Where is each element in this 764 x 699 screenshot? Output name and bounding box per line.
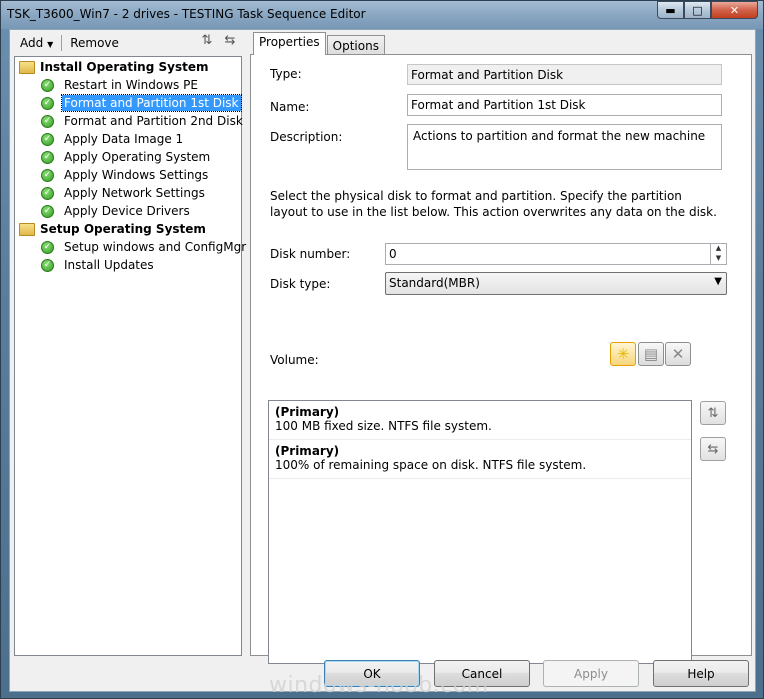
minimize-button[interactable]: ▬	[657, 1, 684, 19]
divider	[268, 329, 734, 330]
group-label: Install Operating System	[40, 60, 209, 74]
tree-step-setup-configmgr[interactable]: ✓ Setup windows and ConfigMgr	[41, 238, 248, 256]
success-check-icon: ✓	[41, 96, 54, 110]
description-label: Description:	[270, 130, 343, 144]
remove-button[interactable]: Remove	[64, 36, 125, 50]
add-label: Add	[20, 36, 44, 50]
tree-step-install-updates[interactable]: ✓ Install Updates	[41, 256, 156, 274]
disk-number-value: 0	[389, 247, 397, 261]
tree-step-apply-network-settings[interactable]: ✓ Apply Network Settings	[41, 184, 207, 202]
instructions-text: Select the physical disk to format and p…	[270, 189, 717, 219]
apply-button[interactable]: Apply	[543, 660, 639, 687]
move-down-icon[interactable]: ⇆	[221, 33, 239, 49]
success-check-icon: ✓	[41, 114, 54, 128]
new-star-icon: ✳	[616, 345, 630, 363]
volume-detail: 100% of remaining space on disk. NTFS fi…	[275, 458, 587, 472]
chevron-down-icon: ▼	[714, 276, 722, 287]
properties-icon: ▤	[643, 345, 659, 363]
add-button[interactable]: Add ▼	[14, 36, 59, 50]
volume-detail: 100 MB fixed size. NTFS file system.	[275, 419, 492, 433]
edit-volume-button[interactable]: ▤	[638, 342, 664, 366]
delete-x-icon: ✕	[671, 345, 685, 363]
step-label: Install Updates	[64, 258, 154, 272]
volume-title: (Primary)	[275, 444, 340, 458]
description-input[interactable]: Actions to partition and format the new …	[407, 124, 722, 170]
spin-up-icon[interactable]: ▲	[711, 244, 726, 254]
tree-step-format-disk-2[interactable]: ✓ Format and Partition 2nd Disk	[41, 112, 245, 130]
disk-type-select[interactable]: Standard(MBR) ▼	[385, 272, 727, 295]
step-label: Apply Operating System	[64, 150, 211, 164]
success-check-icon: ✓	[41, 204, 54, 218]
tree-step-restart-pe[interactable]: ✓ Restart in Windows PE	[41, 76, 200, 94]
disk-type-label: Disk type:	[270, 277, 331, 291]
move-volume-down-button[interactable]: ⇆	[700, 437, 726, 461]
name-label: Name:	[270, 100, 310, 114]
tree-group-setup-os[interactable]: Setup Operating System	[19, 220, 206, 238]
close-button[interactable]: ✕	[711, 1, 758, 19]
move-down-icon: ⇆	[707, 441, 719, 457]
move-up-icon[interactable]: ⇅	[198, 33, 216, 49]
volume-label: Volume:	[270, 353, 319, 367]
success-check-icon: ✓	[41, 132, 54, 146]
tree-step-apply-device-drivers[interactable]: ✓ Apply Device Drivers	[41, 202, 192, 220]
tree-step-format-disk-1[interactable]: ✓ Format and Partition 1st Disk	[41, 94, 242, 112]
step-label: Apply Device Drivers	[64, 204, 190, 218]
success-check-icon: ✓	[41, 240, 54, 254]
success-check-icon: ✓	[41, 168, 54, 182]
step-label-selected: Format and Partition 1st Disk	[61, 94, 242, 112]
maximize-button[interactable]: □	[684, 1, 711, 19]
disk-number-label: Disk number:	[270, 247, 351, 261]
minimize-icon: ▬	[665, 3, 676, 17]
name-input[interactable]: Format and Partition 1st Disk	[407, 94, 722, 116]
group-label: Setup Operating System	[40, 222, 206, 236]
tree-step-apply-windows-settings[interactable]: ✓ Apply Windows Settings	[41, 166, 210, 184]
watermark-text: windows-noob.com	[269, 673, 489, 698]
list-item[interactable]: (Primary) 100 MB fixed size. NTFS file s…	[269, 401, 691, 440]
tree-step-apply-data-image[interactable]: ✓ Apply Data Image 1	[41, 130, 185, 148]
tab-strip: Properties Options	[253, 32, 386, 55]
folder-icon	[19, 60, 35, 74]
success-check-icon: ✓	[41, 186, 54, 200]
task-sequence-editor-window: TSK_T3600_Win7 - 2 drives - TESTING Task…	[0, 0, 764, 699]
help-button[interactable]: Help	[653, 660, 749, 687]
task-sequence-tree[interactable]: Install Operating System ✓ Restart in Wi…	[14, 56, 246, 656]
step-label: Restart in Windows PE	[64, 78, 198, 92]
volume-list[interactable]: (Primary) 100 MB fixed size. NTFS file s…	[268, 400, 692, 664]
dialog-client-area: Add ▼ Remove ⇅ ⇆ Install Operating Syste…	[9, 29, 756, 692]
step-label: Apply Windows Settings	[64, 168, 209, 182]
type-field: Format and Partition Disk	[407, 64, 722, 85]
move-up-icon: ⇅	[707, 405, 719, 421]
step-label: Format and Partition 2nd Disk	[64, 114, 243, 128]
toolbar-separator	[61, 35, 63, 51]
success-check-icon: ✓	[41, 150, 54, 164]
disk-number-spinner[interactable]: ▲ ▼	[710, 244, 726, 264]
new-volume-button[interactable]: ✳	[610, 342, 636, 366]
volume-title: (Primary)	[275, 405, 340, 419]
close-icon: ✕	[729, 3, 740, 17]
dropdown-arrow-icon: ▼	[47, 40, 54, 49]
divider	[268, 178, 728, 179]
delete-volume-button[interactable]: ✕	[665, 342, 691, 366]
step-label: Apply Network Settings	[64, 186, 205, 200]
tree-group-install-os[interactable]: Install Operating System	[19, 58, 208, 76]
step-label: Setup windows and ConfigMgr	[64, 240, 247, 254]
properties-panel: Type: Format and Partition Disk Name: Fo…	[250, 54, 752, 664]
spin-down-icon[interactable]: ▼	[711, 254, 726, 264]
move-volume-up-button[interactable]: ⇅	[700, 401, 726, 425]
folder-icon	[19, 222, 35, 236]
disk-number-input[interactable]: 0 ▲ ▼	[385, 243, 727, 265]
tab-options[interactable]: Options	[326, 35, 385, 55]
title-bar[interactable]: TSK_T3600_Win7 - 2 drives - TESTING Task…	[1, 1, 763, 29]
success-check-icon: ✓	[41, 78, 54, 92]
list-item[interactable]: (Primary) 100% of remaining space on dis…	[269, 440, 691, 479]
disk-type-value: Standard(MBR)	[389, 276, 480, 290]
step-label: Apply Data Image 1	[64, 132, 184, 146]
success-check-icon: ✓	[41, 258, 54, 272]
tab-properties[interactable]: Properties	[253, 32, 326, 55]
maximize-icon: □	[692, 3, 703, 17]
window-title: TSK_T3600_Win7 - 2 drives - TESTING Task…	[7, 7, 366, 21]
tree-step-apply-os[interactable]: ✓ Apply Operating System	[41, 148, 212, 166]
type-label: Type:	[270, 67, 302, 81]
